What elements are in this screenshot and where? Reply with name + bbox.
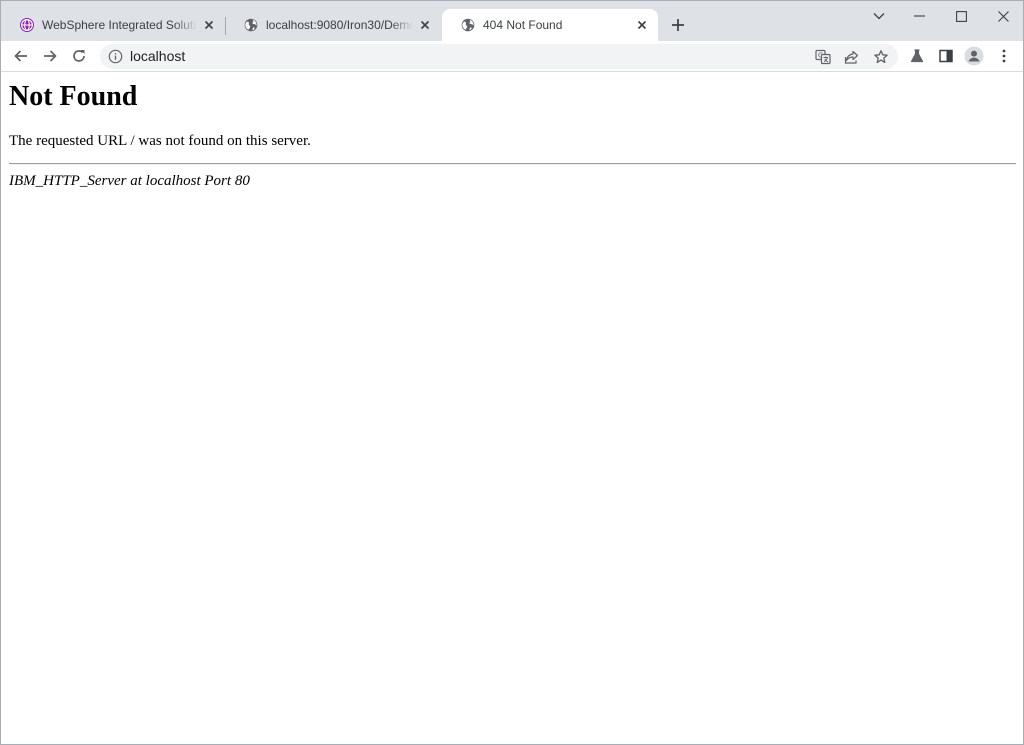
share-button[interactable]: [842, 47, 862, 67]
side-panel-icon: [939, 49, 953, 63]
close-tab-icon[interactable]: [201, 17, 217, 33]
forward-button[interactable]: [38, 44, 62, 68]
star-icon: [874, 50, 888, 64]
server-signature: IBM_HTTP_Server at localhost Port 80: [9, 173, 250, 189]
websphere-globe-icon: [19, 17, 35, 33]
share-icon: [844, 50, 859, 64]
maximize-icon: [955, 10, 967, 22]
maximize-button[interactable]: [940, 1, 982, 31]
page-content: Not Found The requested URL / was not fo…: [1, 73, 1023, 744]
reload-icon: [73, 50, 85, 62]
profile-button[interactable]: [963, 45, 985, 67]
side-panel-button[interactable]: [935, 45, 957, 67]
reload-button[interactable]: [67, 44, 91, 68]
labs-button[interactable]: [906, 45, 928, 67]
globe-icon: [460, 17, 476, 33]
translate-button[interactable]: G: [813, 47, 833, 67]
avatar-icon: [964, 46, 984, 66]
tab-demo-servlet[interactable]: localhost:9080/Iron30/DemoServlet: [225, 9, 441, 41]
tab-strip: WebSphere Integrated Solutions Console l…: [1, 1, 1023, 41]
plus-icon: [672, 19, 684, 31]
close-tab-icon[interactable]: [417, 17, 433, 33]
tab-search-button[interactable]: [858, 1, 900, 31]
browser-window: WebSphere Integrated Solutions Console l…: [0, 0, 1024, 745]
divider: [9, 163, 1016, 165]
minimize-icon: [913, 15, 925, 17]
chevron-down-icon: [873, 13, 885, 20]
close-window-button[interactable]: [982, 1, 1023, 31]
close-tab-icon[interactable]: [634, 17, 650, 33]
info-icon[interactable]: [108, 49, 123, 64]
minimize-button[interactable]: [898, 1, 940, 31]
new-tab-button[interactable]: [668, 15, 688, 35]
arrow-right-icon: [44, 50, 57, 62]
globe-icon: [243, 17, 259, 33]
tab-title: 404 Not Found: [483, 18, 563, 32]
translate-icon: G: [815, 49, 831, 65]
error-message: The requested URL / was not found on thi…: [9, 133, 311, 149]
tab-title: WebSphere Integrated Solutions Console: [42, 18, 197, 32]
bookmark-button[interactable]: [871, 47, 891, 67]
tab-title: localhost:9080/Iron30/DemoServlet: [266, 18, 413, 32]
url-text[interactable]: localhost: [130, 48, 185, 65]
back-button[interactable]: [9, 44, 33, 68]
browser-toolbar: localhost G: [1, 41, 1023, 72]
arrow-left-icon: [14, 50, 27, 62]
tab-404-not-found[interactable]: 404 Not Found: [442, 9, 658, 41]
close-icon: [997, 10, 1009, 22]
flask-icon: [910, 49, 924, 63]
tab-websphere-console[interactable]: WebSphere Integrated Solutions Console: [1, 9, 225, 41]
page-title: Not Found: [9, 81, 138, 112]
menu-button[interactable]: [993, 45, 1015, 67]
kebab-menu-icon: [1002, 49, 1006, 63]
address-bar[interactable]: localhost G: [100, 44, 898, 69]
